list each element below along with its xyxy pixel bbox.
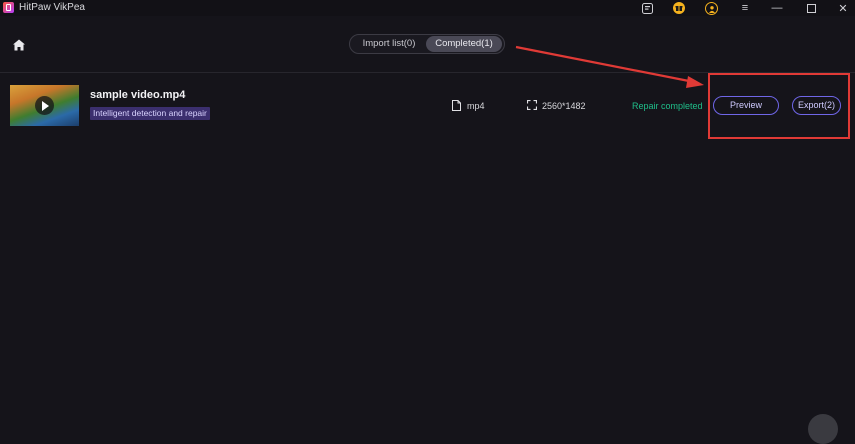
floating-action-icon[interactable] (808, 414, 838, 444)
tab-import-list[interactable]: Import list(0) (354, 36, 424, 52)
gift-icon[interactable] (673, 2, 685, 14)
resolution: 2560*1482 (542, 101, 586, 111)
play-icon[interactable] (35, 96, 54, 115)
resolution-icon (526, 99, 538, 111)
video-thumbnail[interactable] (10, 85, 79, 126)
tab-completed[interactable]: Completed(1) (426, 36, 502, 52)
annotation-arrow-icon (515, 45, 704, 88)
file-format: mp4 (467, 101, 485, 111)
user-icon[interactable] (705, 2, 718, 15)
app-title: HitPaw VikPea (19, 2, 85, 13)
file-name: sample video.mp4 (90, 89, 186, 101)
highlight-annotation (708, 73, 850, 139)
file-format-icon (452, 100, 461, 111)
feedback-icon[interactable] (640, 1, 654, 15)
app-logo-icon (3, 2, 14, 13)
repair-status: Repair completed (632, 101, 703, 111)
menu-icon[interactable]: ≡ (738, 1, 752, 15)
home-icon[interactable] (12, 38, 26, 52)
mode-tag: Intelligent detection and repair (90, 107, 210, 120)
title-bar: HitPaw VikPea ≡ — ✕ (0, 0, 855, 16)
close-icon[interactable]: ✕ (836, 1, 850, 15)
minimize-icon[interactable]: — (770, 1, 784, 15)
maximize-icon[interactable] (804, 1, 818, 15)
list-tabs: Import list(0) Completed(1) (349, 34, 505, 54)
